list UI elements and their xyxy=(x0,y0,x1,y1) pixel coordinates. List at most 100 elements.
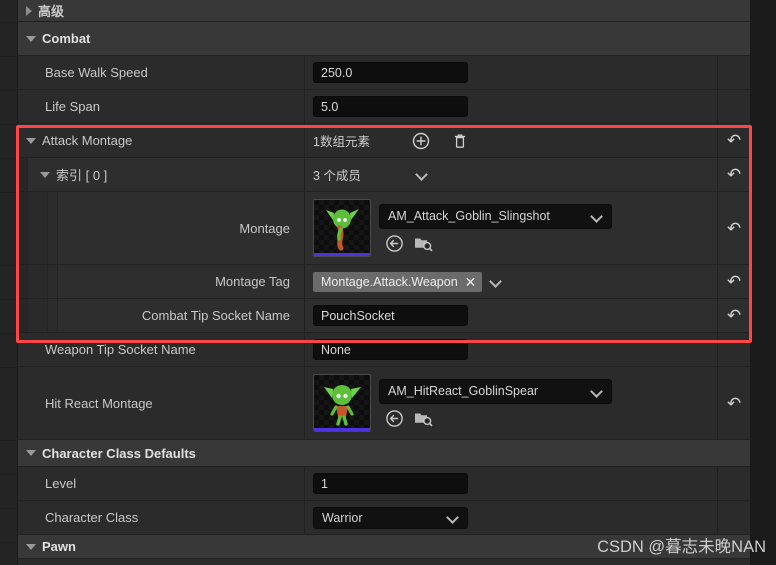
category-label-pawn: Pawn xyxy=(42,539,76,554)
property-label-weapon-tip-socket-name: Weapon Tip Socket Name xyxy=(45,342,196,357)
value-cell-character-class: Warrior xyxy=(305,501,718,534)
character-class-value: Warrior xyxy=(322,510,363,525)
indent-guide xyxy=(28,299,48,332)
delete-array-icon[interactable] xyxy=(452,132,468,150)
indent-guide xyxy=(18,265,28,298)
hit-react-montage-thumbnail[interactable] xyxy=(313,374,371,432)
value-cell-weapon-tip-socket-name: None xyxy=(305,333,718,366)
hit-react-montage-asset-picker[interactable]: AM_HitReact_GoblinSpear xyxy=(379,378,612,404)
life-span-value: 5.0 xyxy=(321,99,339,114)
details-panel-root: 高级 Combat Base Walk Speed 250.0 Life Spa… xyxy=(0,0,776,565)
combat-tip-socket-name-input[interactable]: PouchSocket xyxy=(313,305,468,326)
value-cell-hit-react-montage: AM_HitReact_GoblinSpear xyxy=(305,367,718,439)
property-row-attack-montage: Attack Montage 1数组元素 ↶ xyxy=(18,124,750,158)
chevron-down-icon[interactable] xyxy=(448,512,459,523)
property-label-combat-tip-socket-name: Combat Tip Socket Name xyxy=(141,308,290,323)
expander-down-icon[interactable] xyxy=(26,450,36,456)
montage-tag-value: Montage.Attack.Weapon xyxy=(321,274,458,289)
indent-guide xyxy=(18,299,28,332)
array-controls xyxy=(412,132,468,150)
expander-down-icon[interactable] xyxy=(40,171,50,178)
reset-to-default-icon[interactable]: ↶ xyxy=(727,273,741,290)
combat-tip-socket-name-value: PouchSocket xyxy=(321,308,395,323)
property-row-montage: Montage AM_Attack_Goblin_Slingshot ↶ xyxy=(18,192,750,265)
montage-asset-picker[interactable]: AM_Attack_Goblin_Slingshot xyxy=(379,203,612,229)
hit-react-montage-asset-buttons xyxy=(385,409,612,428)
add-array-element-icon[interactable] xyxy=(412,132,430,150)
property-row-montage-tag: Montage Tag Montage.Attack.Weapon ✕ ↶ xyxy=(18,265,750,299)
value-cell-life-span: 5.0 xyxy=(305,90,718,123)
reset-to-default-icon[interactable]: ↶ xyxy=(727,132,741,149)
struct-member-count: 3 个成员 xyxy=(313,169,361,183)
level-input[interactable]: 1 xyxy=(313,473,468,494)
category-row-combat[interactable]: Combat xyxy=(18,22,750,56)
property-rows-container: 高级 Combat Base Walk Speed 250.0 Life Spa… xyxy=(18,0,750,565)
value-cell-base-walk-speed: 250.0 xyxy=(305,56,718,89)
montage-asset-name: AM_Attack_Goblin_Slingshot xyxy=(388,209,550,223)
montage-tag-chip[interactable]: Montage.Attack.Weapon ✕ xyxy=(313,271,483,292)
expander-down-icon[interactable] xyxy=(26,35,36,42)
reset-cell-attack-montage[interactable]: ↶ xyxy=(718,124,750,157)
montage-asset-buttons xyxy=(385,234,612,253)
property-label-attack-montage: Attack Montage xyxy=(42,133,133,148)
browse-to-asset-icon[interactable] xyxy=(413,234,433,253)
indent-guide xyxy=(48,265,58,298)
property-label-character-class: Character Class xyxy=(45,510,139,525)
expander-right-icon[interactable] xyxy=(26,5,32,16)
hit-react-montage-asset-controls: AM_HitReact_GoblinSpear xyxy=(371,378,612,428)
reset-cell-life-span xyxy=(718,90,750,123)
reset-cell-montage[interactable]: ↶ xyxy=(718,192,750,264)
chevron-down-icon[interactable] xyxy=(592,386,603,397)
value-cell-montage: AM_Attack_Goblin_Slingshot xyxy=(305,192,718,264)
property-row-combat-tip-socket-name: Combat Tip Socket Name PouchSocket ↶ xyxy=(18,299,750,333)
reset-to-default-icon[interactable]: ↶ xyxy=(727,307,741,324)
hit-react-montage-asset-name: AM_HitReact_GoblinSpear xyxy=(388,384,539,398)
expander-down-icon[interactable] xyxy=(26,137,36,144)
reset-to-default-icon[interactable]: ↶ xyxy=(727,395,741,412)
csdn-watermark: CSDN @暮志未晚NAN xyxy=(597,538,766,556)
indent-guide xyxy=(48,299,58,332)
property-row-weapon-tip-socket-name: Weapon Tip Socket Name None xyxy=(18,333,750,367)
left-gutter[interactable] xyxy=(0,0,18,565)
reset-cell-combat-tip-socket-name[interactable]: ↶ xyxy=(718,299,750,332)
use-selected-asset-icon[interactable] xyxy=(385,409,404,428)
chevron-down-icon[interactable] xyxy=(491,276,502,287)
weapon-tip-socket-name-input[interactable]: None xyxy=(313,339,468,360)
base-walk-speed-value: 250.0 xyxy=(321,65,353,80)
value-cell-index-0: 3 个成员 xyxy=(305,158,718,191)
montage-thumbnail[interactable] xyxy=(313,199,371,257)
life-span-input[interactable]: 5.0 xyxy=(313,96,468,117)
expander-down-icon[interactable] xyxy=(26,543,36,550)
reset-cell-hit-react-montage[interactable]: ↶ xyxy=(718,367,750,439)
character-class-dropdown[interactable]: Warrior xyxy=(313,506,468,529)
browse-to-asset-icon[interactable] xyxy=(413,409,433,428)
property-label-level: Level xyxy=(45,476,77,491)
chevron-down-icon[interactable] xyxy=(592,211,603,222)
reset-cell-index-0[interactable]: ↶ xyxy=(718,158,750,191)
montage-asset-controls: AM_Attack_Goblin_Slingshot xyxy=(371,203,612,253)
use-selected-asset-icon[interactable] xyxy=(385,234,404,253)
property-label-base-walk-speed: Base Walk Speed xyxy=(45,65,148,80)
reset-cell-weapon-tip-socket-name xyxy=(718,333,750,366)
property-label-montage: Montage xyxy=(239,220,290,236)
category-label-combat: Combat xyxy=(42,31,91,46)
value-cell-montage-tag: Montage.Attack.Weapon ✕ xyxy=(305,265,718,298)
category-row-character-class-defaults[interactable]: Character Class Defaults xyxy=(18,440,750,467)
clear-tag-icon[interactable]: ✕ xyxy=(465,275,477,289)
array-element-count: 1数组元素 xyxy=(313,135,370,149)
base-walk-speed-input[interactable]: 250.0 xyxy=(313,62,468,83)
value-cell-combat-tip-socket-name: PouchSocket xyxy=(305,299,718,332)
reset-cell-level xyxy=(718,467,750,500)
reset-cell-montage-tag[interactable]: ↶ xyxy=(718,265,750,298)
reset-to-default-icon[interactable]: ↶ xyxy=(727,220,741,237)
property-row-life-span: Life Span 5.0 xyxy=(18,90,750,124)
reset-cell-base-walk-speed xyxy=(718,56,750,89)
category-label-character-class-defaults: Character Class Defaults xyxy=(42,445,196,461)
chevron-down-icon[interactable] xyxy=(417,169,428,180)
category-row-advanced[interactable]: 高级 xyxy=(18,0,750,22)
property-row-base-walk-speed: Base Walk Speed 250.0 xyxy=(18,56,750,90)
property-row-level: Level 1 xyxy=(18,467,750,501)
property-label-life-span: Life Span xyxy=(45,99,100,114)
value-cell-level: 1 xyxy=(305,467,718,500)
reset-to-default-icon[interactable]: ↶ xyxy=(727,166,741,183)
